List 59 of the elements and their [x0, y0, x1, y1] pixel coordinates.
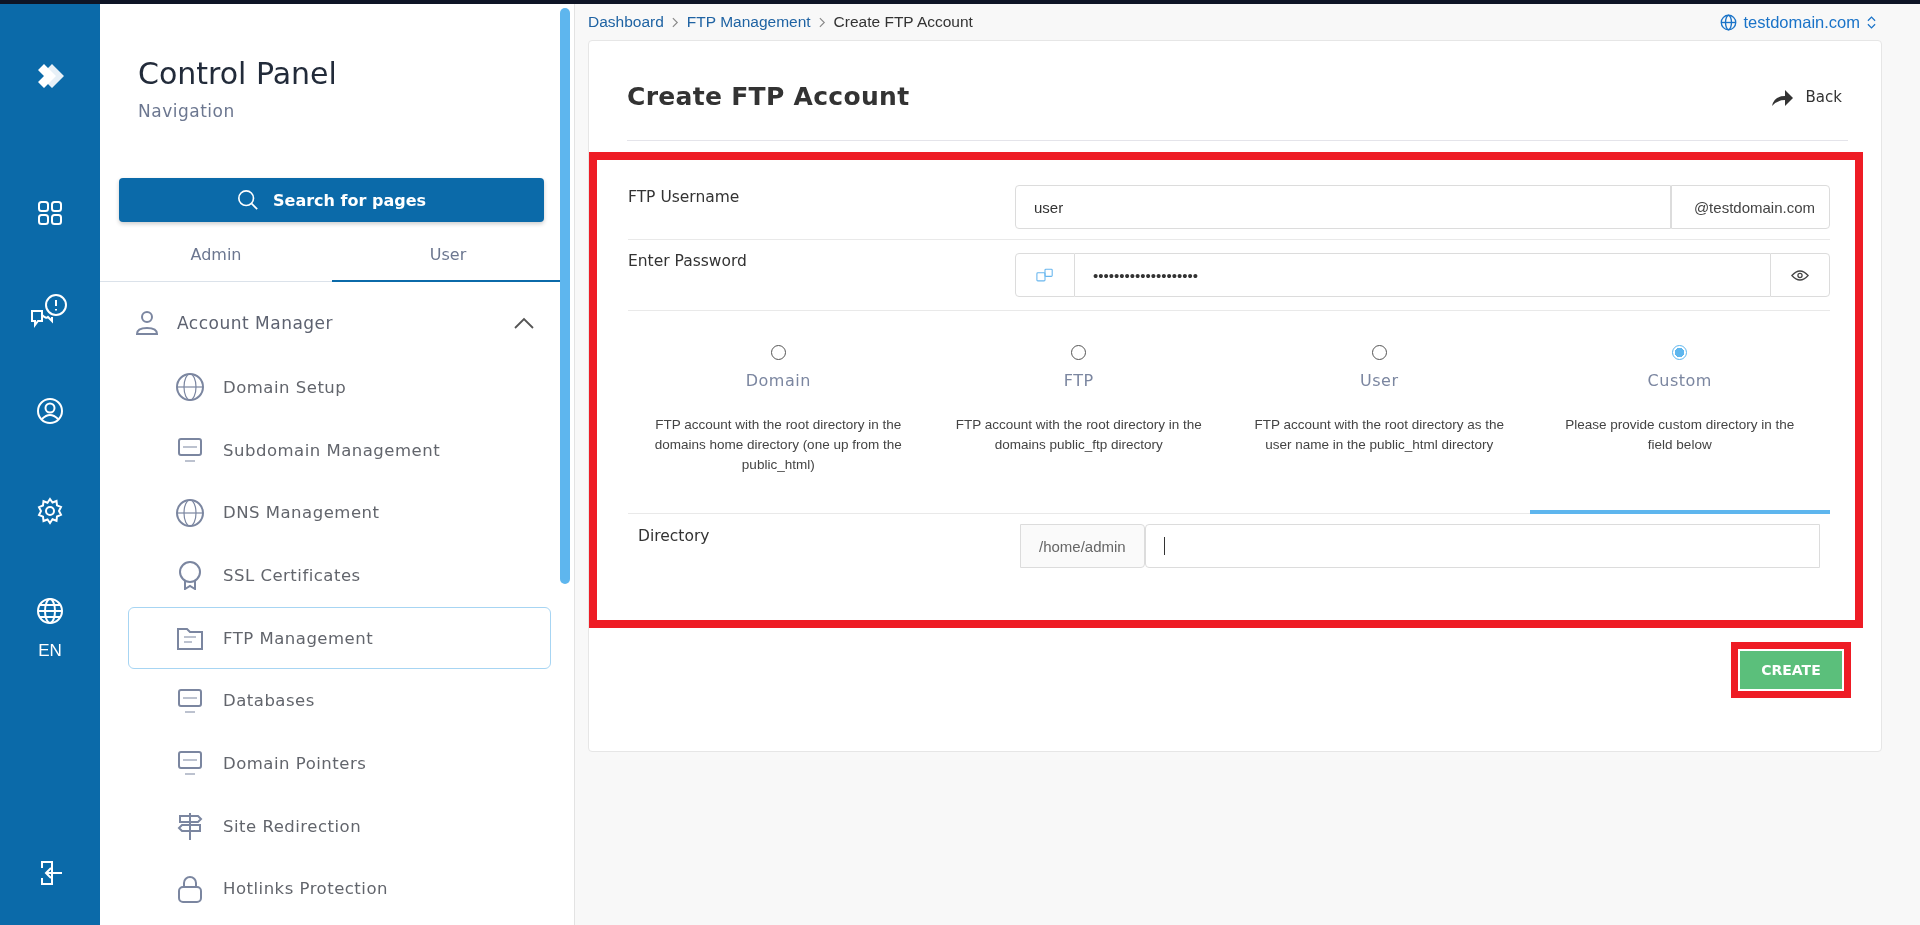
chevron-icon: [818, 16, 826, 28]
domain-suffix: @testdomain.com: [1670, 185, 1830, 229]
padlock-icon: [175, 873, 205, 904]
breadcrumb-link[interactable]: Dashboard: [588, 13, 664, 31]
person-icon: [135, 310, 159, 336]
back-button[interactable]: Back: [1763, 85, 1848, 108]
search-icon: [237, 189, 259, 211]
sort-icon: [1867, 15, 1876, 29]
option-label[interactable]: User: [1360, 371, 1399, 390]
breadcrumb-current: Create FTP Account: [833, 13, 973, 31]
nav-item[interactable]: FTP Management: [128, 606, 551, 670]
globe-icon: [175, 497, 205, 528]
radio-button[interactable]: [1672, 345, 1688, 360]
language-label[interactable]: EN: [38, 641, 62, 661]
password-field[interactable]: ••••••••••••••••••••: [1075, 253, 1770, 297]
nav-item[interactable]: DNS Management: [128, 481, 551, 545]
dice-icon: [1036, 267, 1054, 283]
option-description: Please provide custom directory in the field below: [1564, 416, 1796, 454]
dashboard-icon[interactable]: [37, 200, 63, 226]
sidebar-tab[interactable]: Admin: [100, 228, 332, 282]
sidebar-title: Control Panel: [138, 56, 338, 91]
radio-button[interactable]: [1371, 345, 1387, 360]
username-field[interactable]: user: [1015, 185, 1671, 229]
nav-item[interactable]: Subdomain Management: [128, 418, 551, 482]
search-button[interactable]: Search for pages: [119, 178, 544, 222]
domain-selector[interactable]: testdomain.com: [1713, 11, 1882, 33]
option-description: FTP account with the root directory in the domains home directory (one up from the public_html): [653, 416, 903, 474]
sidebar-subtitle: Navigation: [138, 101, 236, 121]
option-label[interactable]: Custom: [1647, 371, 1712, 390]
scrollbar[interactable]: [560, 8, 570, 584]
nav-item[interactable]: Databases: [128, 669, 551, 733]
path-prefix: /home/admin: [1020, 524, 1145, 568]
user-icon[interactable]: [36, 397, 64, 425]
radio-button[interactable]: [1071, 345, 1087, 360]
radio-button[interactable]: [770, 345, 786, 360]
nav-item[interactable]: Hotlinks Protection: [128, 857, 551, 921]
chevron-icon: [671, 16, 679, 28]
option-label[interactable]: FTP: [1063, 371, 1094, 390]
section-header[interactable]: Account Manager: [100, 290, 574, 356]
signpost-icon: [175, 811, 205, 842]
breadcrumb-link[interactable]: FTP Management: [686, 13, 811, 31]
nav-item[interactable]: Domain Setup: [128, 356, 551, 419]
field-label: Enter Password: [628, 252, 747, 270]
settings-icon[interactable]: [36, 497, 64, 525]
field-label: FTP Username: [628, 188, 740, 206]
page-title: Create FTP Account: [627, 82, 910, 111]
nav-item[interactable]: SSL Certificates: [128, 544, 551, 607]
option-label[interactable]: Domain: [745, 371, 811, 390]
globe-icon[interactable]: [36, 597, 64, 625]
nav-item[interactable]: Domain Pointers: [128, 732, 551, 795]
option-description: FTP account with the root directory as the user name in the public_html directory: [1254, 416, 1505, 454]
nav-item[interactable]: Site Redirection: [128, 794, 551, 858]
globe-icon: [175, 372, 205, 403]
show-password-button[interactable]: [1770, 253, 1830, 297]
eye-icon: [1791, 269, 1809, 281]
option-description: FTP account with the root directory in the domains public_ftp directory: [954, 416, 1203, 454]
globe-icon: [1719, 13, 1737, 31]
directory-field[interactable]: [1144, 524, 1820, 568]
field-label: Directory: [638, 527, 710, 545]
